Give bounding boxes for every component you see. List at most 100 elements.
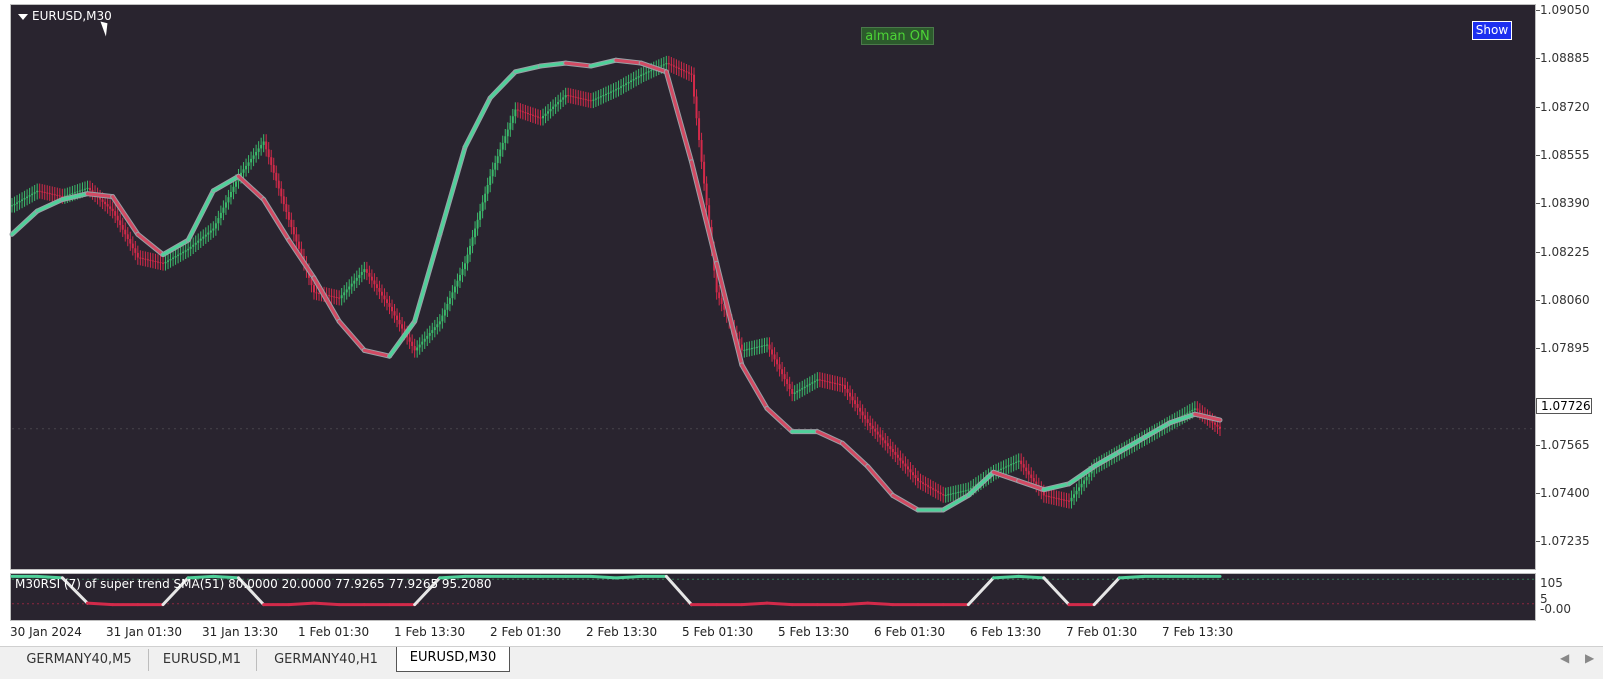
tab-germany40-h1[interactable]: GERMANY40,H1 — [256, 649, 397, 671]
supertrend-segment — [211, 174, 240, 193]
candle-body — [816, 379, 819, 381]
candle-body — [53, 194, 56, 196]
supertrend-segment — [488, 70, 517, 100]
rsi-segment — [287, 601, 316, 607]
candle-body — [1032, 478, 1035, 482]
candle-body — [954, 492, 957, 494]
candle-body — [607, 92, 610, 94]
candle-body — [18, 200, 21, 203]
candle-body — [68, 193, 71, 195]
candle-body — [375, 284, 378, 288]
candle-body — [124, 229, 127, 235]
candle-body — [46, 192, 49, 194]
time-tick-label: 6 Feb 01:30 — [874, 625, 946, 639]
candle-body — [496, 156, 499, 163]
candle-body — [917, 478, 919, 481]
candle-body — [139, 257, 142, 259]
candle-body — [675, 66, 678, 68]
candle-body — [1005, 466, 1008, 468]
time-tick-label: 31 Jan 13:30 — [202, 625, 278, 639]
supertrend-segment — [438, 145, 467, 236]
candle-body — [104, 201, 107, 205]
rsi-segment — [664, 574, 693, 607]
candle-body — [889, 446, 892, 450]
candle-body — [773, 354, 776, 360]
candle-body — [1088, 473, 1091, 477]
supertrend-segment — [815, 430, 844, 445]
candle-body — [78, 190, 81, 192]
price-tick-label: 1.07895 — [1536, 341, 1590, 356]
candle-body — [212, 228, 215, 231]
candle-body — [801, 388, 804, 390]
candle-body — [577, 97, 580, 99]
supertrend-segment — [715, 261, 744, 367]
kalman-toggle-button[interactable]: alman ON — [861, 27, 934, 45]
tab-eurusd-m30[interactable]: EURUSD,M30 — [396, 647, 510, 672]
candle-body — [672, 65, 675, 67]
price-tick-label: 1.07565 — [1536, 437, 1590, 452]
candle-body — [760, 345, 763, 347]
candle-body — [464, 263, 466, 270]
candle-body — [1000, 468, 1003, 470]
candle-body — [280, 188, 283, 197]
candle-body — [667, 63, 670, 65]
candle-body — [1017, 460, 1020, 462]
dropdown-triangle-icon[interactable] — [18, 13, 28, 20]
candle-body — [909, 469, 912, 473]
candle-body — [574, 96, 577, 98]
supertrend-segment — [262, 198, 291, 242]
time-tick-label: 30 Jan 2024 — [10, 625, 82, 639]
scroll-right-icon[interactable]: ▶ — [1585, 651, 1594, 665]
candle-body — [781, 369, 784, 375]
tab-eurusd-m1[interactable]: EURUSD,M1 — [148, 649, 257, 671]
current-price-label: 1.07726 — [1536, 398, 1592, 414]
candle-body — [846, 388, 849, 393]
candle-body — [615, 89, 617, 91]
show-button[interactable]: Show — [1472, 21, 1512, 40]
candle-body — [315, 292, 318, 294]
candle-body — [448, 298, 451, 304]
candle-body — [753, 347, 756, 349]
candle-body — [622, 84, 625, 87]
candle-body — [234, 181, 237, 187]
candle-body — [471, 237, 474, 246]
tab-germany40-m5[interactable]: GERMANY40,M5 — [10, 649, 149, 671]
candle-body — [748, 348, 751, 350]
candle-body — [506, 129, 509, 137]
candle-body — [227, 197, 230, 203]
candle-body — [119, 220, 122, 226]
candle-body — [179, 253, 182, 255]
candle-body — [844, 385, 847, 389]
candle-body — [116, 215, 119, 221]
chart-symbol-title[interactable]: EURUSD,M30 — [18, 9, 112, 23]
candle-body — [589, 100, 592, 102]
candle-body — [562, 97, 565, 100]
candle-body — [81, 189, 84, 191]
candle-body — [572, 96, 575, 98]
candle-body — [705, 183, 708, 206]
candle-body — [582, 98, 585, 100]
candle-body — [635, 77, 638, 80]
candle-body — [932, 488, 935, 490]
candle-body — [929, 486, 932, 489]
candle-body — [229, 191, 232, 198]
candle-body — [962, 490, 965, 492]
candle-body — [292, 227, 295, 235]
candle-body — [806, 385, 809, 387]
candle-body — [391, 306, 394, 312]
candle-body — [526, 113, 529, 115]
candle-body — [209, 230, 212, 233]
candle-body — [859, 407, 862, 412]
candle-body — [469, 245, 472, 255]
rsi-segment — [841, 601, 870, 607]
candle-body — [838, 384, 841, 386]
candle-body — [461, 269, 464, 275]
candle-body — [204, 234, 207, 237]
scroll-left-icon[interactable]: ◀ — [1560, 651, 1569, 665]
candle-body — [154, 261, 157, 263]
candle-body — [851, 396, 854, 401]
candle-body — [776, 359, 779, 365]
candle-body — [617, 87, 620, 90]
candle-body — [547, 111, 550, 114]
candle-body — [1065, 500, 1068, 502]
